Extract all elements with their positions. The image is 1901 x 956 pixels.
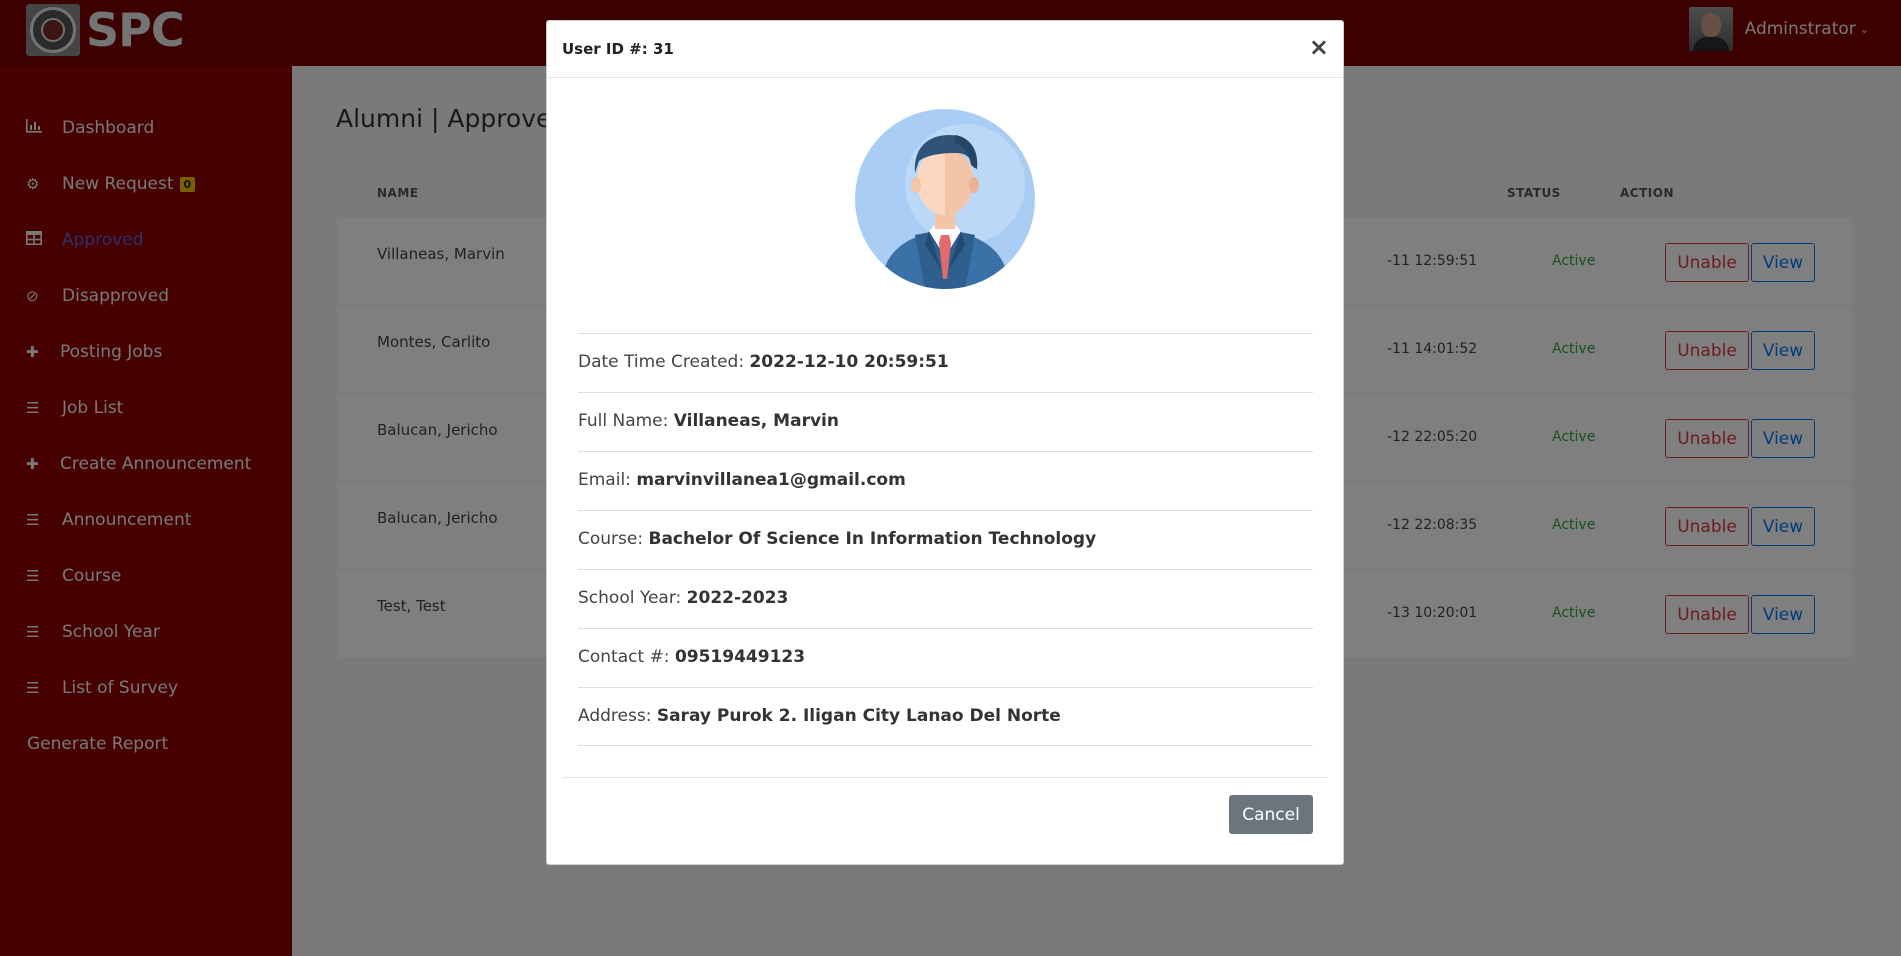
user-avatar-icon <box>855 109 1035 289</box>
field-value: marvinvillanea1@gmail.com <box>636 470 906 490</box>
modal-header: User ID #: 31 × <box>547 21 1343 78</box>
field-value: 2022-12-10 20:59:51 <box>749 352 949 372</box>
user-detail-modal: User ID #: 31 × Date Time Created: 2022-… <box>546 20 1344 865</box>
modal-footer <box>562 777 1328 778</box>
field-address: Address: Saray Purok 2. Iligan City Lana… <box>578 687 1313 746</box>
field-value: Villaneas, Marvin <box>673 411 839 431</box>
field-date-created: Date Time Created: 2022-12-10 20:59:51 <box>578 333 1313 392</box>
close-icon[interactable]: × <box>1309 33 1329 61</box>
cancel-button[interactable]: Cancel <box>1229 795 1313 834</box>
field-value: 09519449123 <box>674 647 806 667</box>
field-label: School Year: <box>578 588 682 608</box>
field-contact: Contact #: 09519449123 <box>578 628 1313 687</box>
field-label: Full Name: <box>578 411 669 431</box>
field-course: Course: Bachelor Of Science In Informati… <box>578 510 1313 569</box>
field-label: Course: <box>578 529 644 549</box>
modal-title: User ID #: 31 <box>562 40 674 58</box>
field-value: 2022-2023 <box>686 588 789 608</box>
field-label: Date Time Created: <box>578 352 745 372</box>
field-school-year: School Year: 2022-2023 <box>578 569 1313 628</box>
field-label: Address: <box>578 706 652 726</box>
field-email: Email: marvinvillanea1@gmail.com <box>578 451 1313 510</box>
field-full-name: Full Name: Villaneas, Marvin <box>578 392 1313 451</box>
field-label: Contact #: <box>578 647 670 667</box>
field-label: Email: <box>578 470 631 490</box>
divider <box>578 745 1313 746</box>
field-value: Saray Purok 2. Iligan City Lanao Del Nor… <box>656 706 1061 726</box>
field-value: Bachelor Of Science In Information Techn… <box>648 529 1097 549</box>
